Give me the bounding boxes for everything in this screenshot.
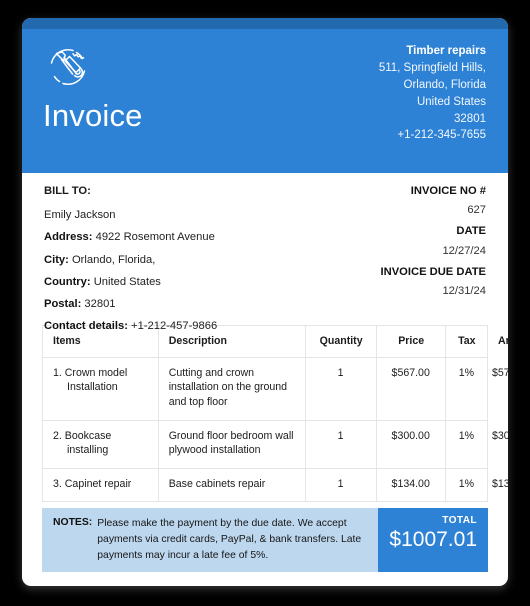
invoice-header: Invoice Timber repairs 511, Springfield … bbox=[22, 29, 508, 173]
customer-name: Emily Jackson bbox=[44, 209, 116, 222]
customer-address: Address: 4922 Rosemont Avenue bbox=[44, 232, 217, 243]
notes-panel: NOTES: Please make the payment by the du… bbox=[42, 508, 378, 573]
cell-description: Cutting and crown installation on the gr… bbox=[157, 356, 306, 421]
invoice-date-value: 12/27/24 bbox=[442, 244, 486, 257]
cell-item: 2. Bookcase installing bbox=[42, 419, 159, 469]
company-country: United States bbox=[416, 95, 486, 108]
column-header-quantity: Quantity bbox=[304, 325, 377, 358]
cell-item: 1. Crown model Installation bbox=[42, 356, 159, 421]
table-row: 2. Bookcase installing Ground floor bedr… bbox=[42, 419, 508, 469]
country-label: Country: bbox=[44, 275, 91, 288]
company-address-line-2: Orlando, Florida bbox=[403, 78, 486, 91]
line-items-table: Items Description Quantity Price Tax Amo… bbox=[42, 325, 508, 503]
bill-to-block: BILL TO: Emily Jackson Address: 4922 Ros… bbox=[44, 185, 217, 343]
customer-country: Country: United States bbox=[44, 275, 217, 288]
postal-label: Postal: bbox=[44, 298, 82, 311]
bill-to-heading: BILL TO: bbox=[44, 185, 91, 197]
cell-quantity: 1 bbox=[304, 356, 377, 421]
total-value: $1007.01 bbox=[389, 528, 477, 552]
item-label: 1. Crown model Installation bbox=[53, 366, 128, 394]
card-title-strip bbox=[22, 18, 508, 29]
item-label: 3. Capinet repair bbox=[53, 477, 132, 490]
customer-contact: Contact details: +1-212-457-9866 bbox=[44, 321, 217, 332]
contact-label: Contact details: bbox=[44, 320, 128, 333]
cell-price: $134.00 bbox=[375, 467, 446, 503]
cell-description: Base cabinets repair bbox=[157, 467, 306, 503]
invoice-date-label: DATE bbox=[456, 225, 486, 238]
postal-value: 32801 bbox=[84, 298, 116, 311]
cell-price: $567.00 bbox=[375, 356, 446, 421]
item-label: 2. Bookcase installing bbox=[53, 429, 112, 457]
company-phone: +1-212-345-7655 bbox=[397, 129, 486, 142]
customer-postal: Postal: 32801 bbox=[44, 298, 217, 311]
company-address-line-1: 511, Springfield Hills, bbox=[378, 61, 486, 74]
invoice-number-label: INVOICE NO # bbox=[410, 185, 486, 197]
invoice-number-value: 627 bbox=[467, 204, 486, 217]
screen-background: Invoice Timber repairs 511, Springfield … bbox=[0, 0, 530, 606]
cell-price: $300.00 bbox=[375, 419, 446, 469]
company-postal: 32801 bbox=[454, 112, 486, 125]
company-info: Timber repairs 511, Springfield Hills, O… bbox=[379, 43, 486, 144]
column-header-price: Price bbox=[375, 325, 446, 358]
cell-quantity: 1 bbox=[304, 467, 377, 503]
column-header-tax: Tax bbox=[444, 325, 489, 358]
country-value: United States bbox=[93, 275, 161, 288]
cell-item: 3. Capinet repair bbox=[42, 467, 159, 503]
cell-description: Ground floor bedroom wall plywood instal… bbox=[157, 419, 306, 469]
contact-value: +1-212-457-9866 bbox=[131, 320, 218, 333]
company-name: Timber repairs bbox=[406, 45, 486, 57]
invoice-meta-block: INVOICE NO # 627 DATE 12/27/24 INVOICE D… bbox=[380, 185, 486, 307]
notes-text: Please make the payment by the due date.… bbox=[97, 518, 362, 561]
address-value: 4922 Rosemont Avenue bbox=[95, 231, 215, 244]
invoice-details-section: BILL TO: Emily Jackson Address: 4922 Ros… bbox=[22, 173, 508, 332]
table-row: 3. Capinet repair Base cabinets repair 1… bbox=[42, 467, 508, 503]
total-panel: TOTAL $1007.01 bbox=[378, 508, 488, 573]
city-value: Orlando, Florida, bbox=[71, 253, 156, 266]
page-title: Invoice bbox=[43, 98, 143, 133]
cell-quantity: 1 bbox=[304, 419, 377, 469]
cell-tax: 1% bbox=[444, 356, 489, 421]
notes-label: NOTES: bbox=[53, 517, 93, 529]
line-items-table-wrapper: Items Description Quantity Price Tax Amo… bbox=[22, 325, 508, 503]
invoice-footer: NOTES: Please make the payment by the du… bbox=[42, 508, 488, 573]
cell-tax: 1% bbox=[444, 419, 489, 469]
address-label: Address: bbox=[44, 231, 93, 244]
table-row: 1. Crown model Installation Cutting and … bbox=[42, 356, 508, 421]
total-label: TOTAL bbox=[442, 515, 477, 527]
invoice-card: Invoice Timber repairs 511, Springfield … bbox=[22, 18, 508, 586]
tools-circle-icon bbox=[44, 43, 92, 91]
customer-city: City: Orlando, Florida, bbox=[44, 253, 217, 266]
invoice-due-date-label: INVOICE DUE DATE bbox=[380, 265, 486, 278]
invoice-due-date-value: 12/31/24 bbox=[442, 285, 486, 298]
cell-tax: 1% bbox=[444, 467, 489, 503]
city-label: City: bbox=[44, 253, 69, 266]
